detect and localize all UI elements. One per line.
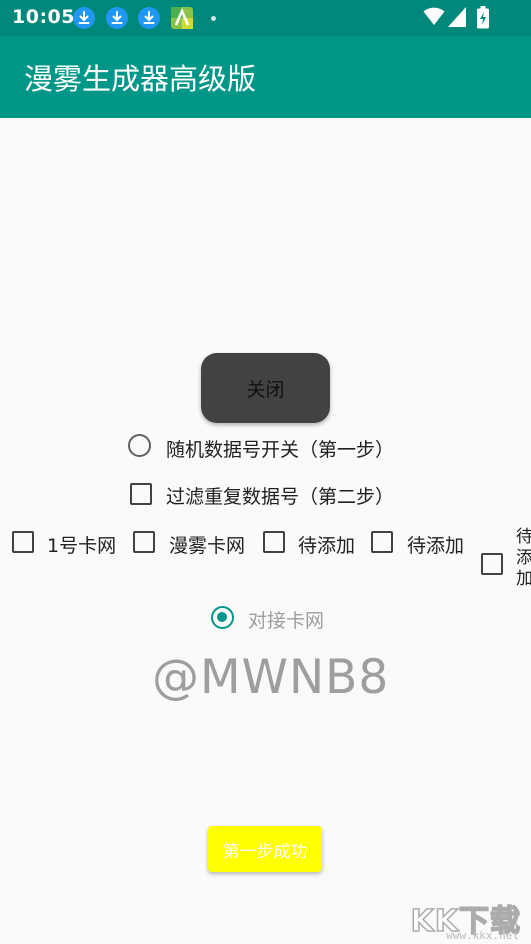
wifi-icon — [423, 7, 445, 25]
random-switch-label[interactable]: 随机数据号开关（第一步） — [166, 435, 394, 462]
app-bar: 漫雾生成器高级版 — [0, 36, 531, 118]
download-notification-icon — [73, 7, 95, 29]
battery-charging-icon — [477, 6, 489, 29]
card-option-label[interactable]: 1号卡网 — [47, 531, 116, 558]
card-option-label[interactable]: 待添加 — [298, 531, 355, 558]
author-handle: @MWNB8 — [152, 650, 390, 705]
card-option-label[interactable]: 漫雾卡网 — [169, 531, 245, 558]
more-notifications-icon — [211, 16, 216, 21]
app-title: 漫雾生成器高级版 — [24, 62, 257, 96]
close-button[interactable]: 关闭 — [201, 353, 330, 423]
download-notification-icon — [138, 7, 160, 29]
step-success-button[interactable]: 第一步成功 — [208, 826, 322, 872]
filter-duplicates-label[interactable]: 过滤重复数据号（第二步） — [166, 482, 394, 509]
card-option-checkbox[interactable] — [133, 531, 155, 553]
status-bar: 10:05 — [0, 0, 531, 36]
status-time: 10:05 — [12, 6, 75, 28]
random-switch-radio[interactable] — [128, 434, 151, 457]
card-option-checkbox[interactable] — [481, 553, 503, 575]
filter-duplicates-checkbox[interactable] — [130, 483, 152, 505]
watermark: KK下载 www.kkx.net — [407, 896, 527, 942]
app-notification-icon — [171, 7, 193, 29]
card-option-label[interactable]: 待添加 — [407, 531, 464, 558]
connect-card-radio[interactable] — [211, 606, 234, 629]
connect-card-label[interactable]: 对接卡网 — [248, 606, 324, 633]
card-option-checkbox[interactable] — [12, 531, 34, 553]
cellular-signal-icon — [448, 7, 466, 27]
watermark-url: www.kkx.net — [446, 929, 519, 942]
card-option-checkbox[interactable] — [263, 531, 285, 553]
download-notification-icon — [106, 7, 128, 29]
card-option-checkbox[interactable] — [371, 531, 393, 553]
card-option-label[interactable]: 待添加 — [516, 527, 531, 590]
